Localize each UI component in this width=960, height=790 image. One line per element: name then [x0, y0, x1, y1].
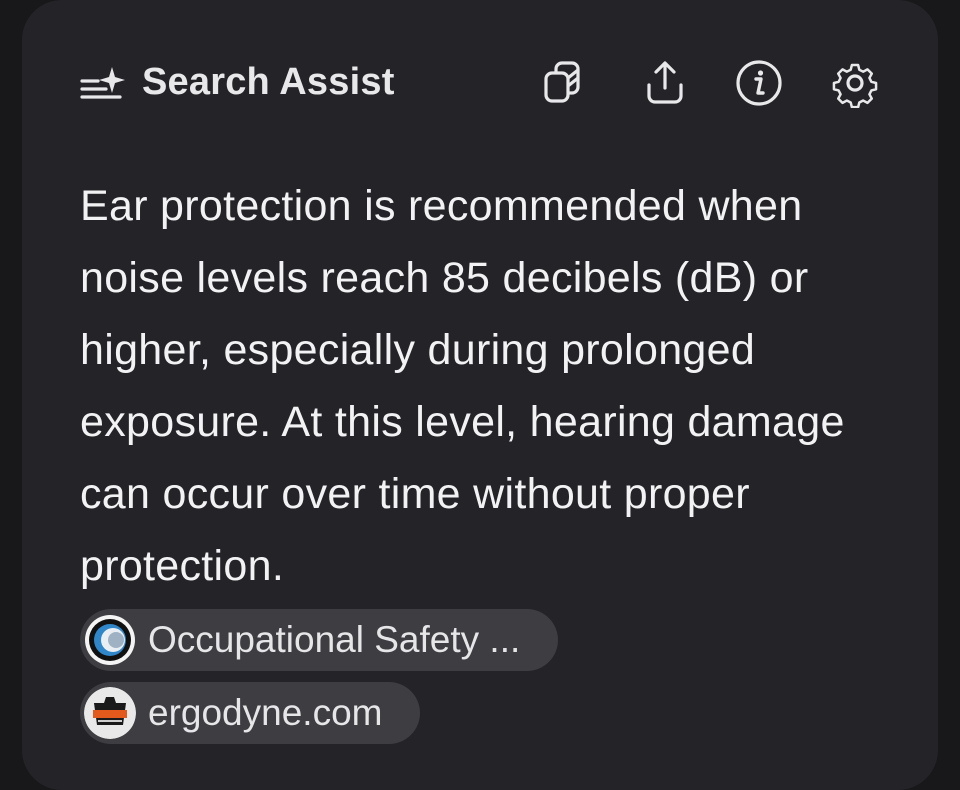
settings-button[interactable]	[830, 58, 880, 108]
source-label: ergodyne.com	[148, 692, 383, 733]
source-chip-occupational-safety[interactable]: Occupational Safety ...	[80, 609, 559, 671]
gear-icon	[832, 63, 878, 108]
source-label: Occupational Safety ...	[148, 619, 521, 660]
source-chip-ergodyne[interactable]: ergodyne.com	[80, 682, 421, 744]
info-button[interactable]	[734, 58, 784, 108]
info-icon	[736, 60, 782, 106]
ergodyne-logo-icon	[84, 687, 136, 739]
share-button[interactable]	[640, 58, 690, 108]
share-icon	[647, 61, 683, 104]
search-assist-header: Search Assist	[80, 52, 880, 112]
osha-logo-icon	[84, 614, 136, 666]
copy-icon	[544, 61, 580, 103]
search-assist-title: Search Assist	[142, 60, 395, 103]
brand: Search Assist	[80, 52, 395, 112]
copy-button[interactable]	[540, 58, 590, 108]
sparkle-lines-icon	[80, 65, 130, 99]
answer-text: Ear protection is recommended when noise…	[80, 182, 845, 590]
